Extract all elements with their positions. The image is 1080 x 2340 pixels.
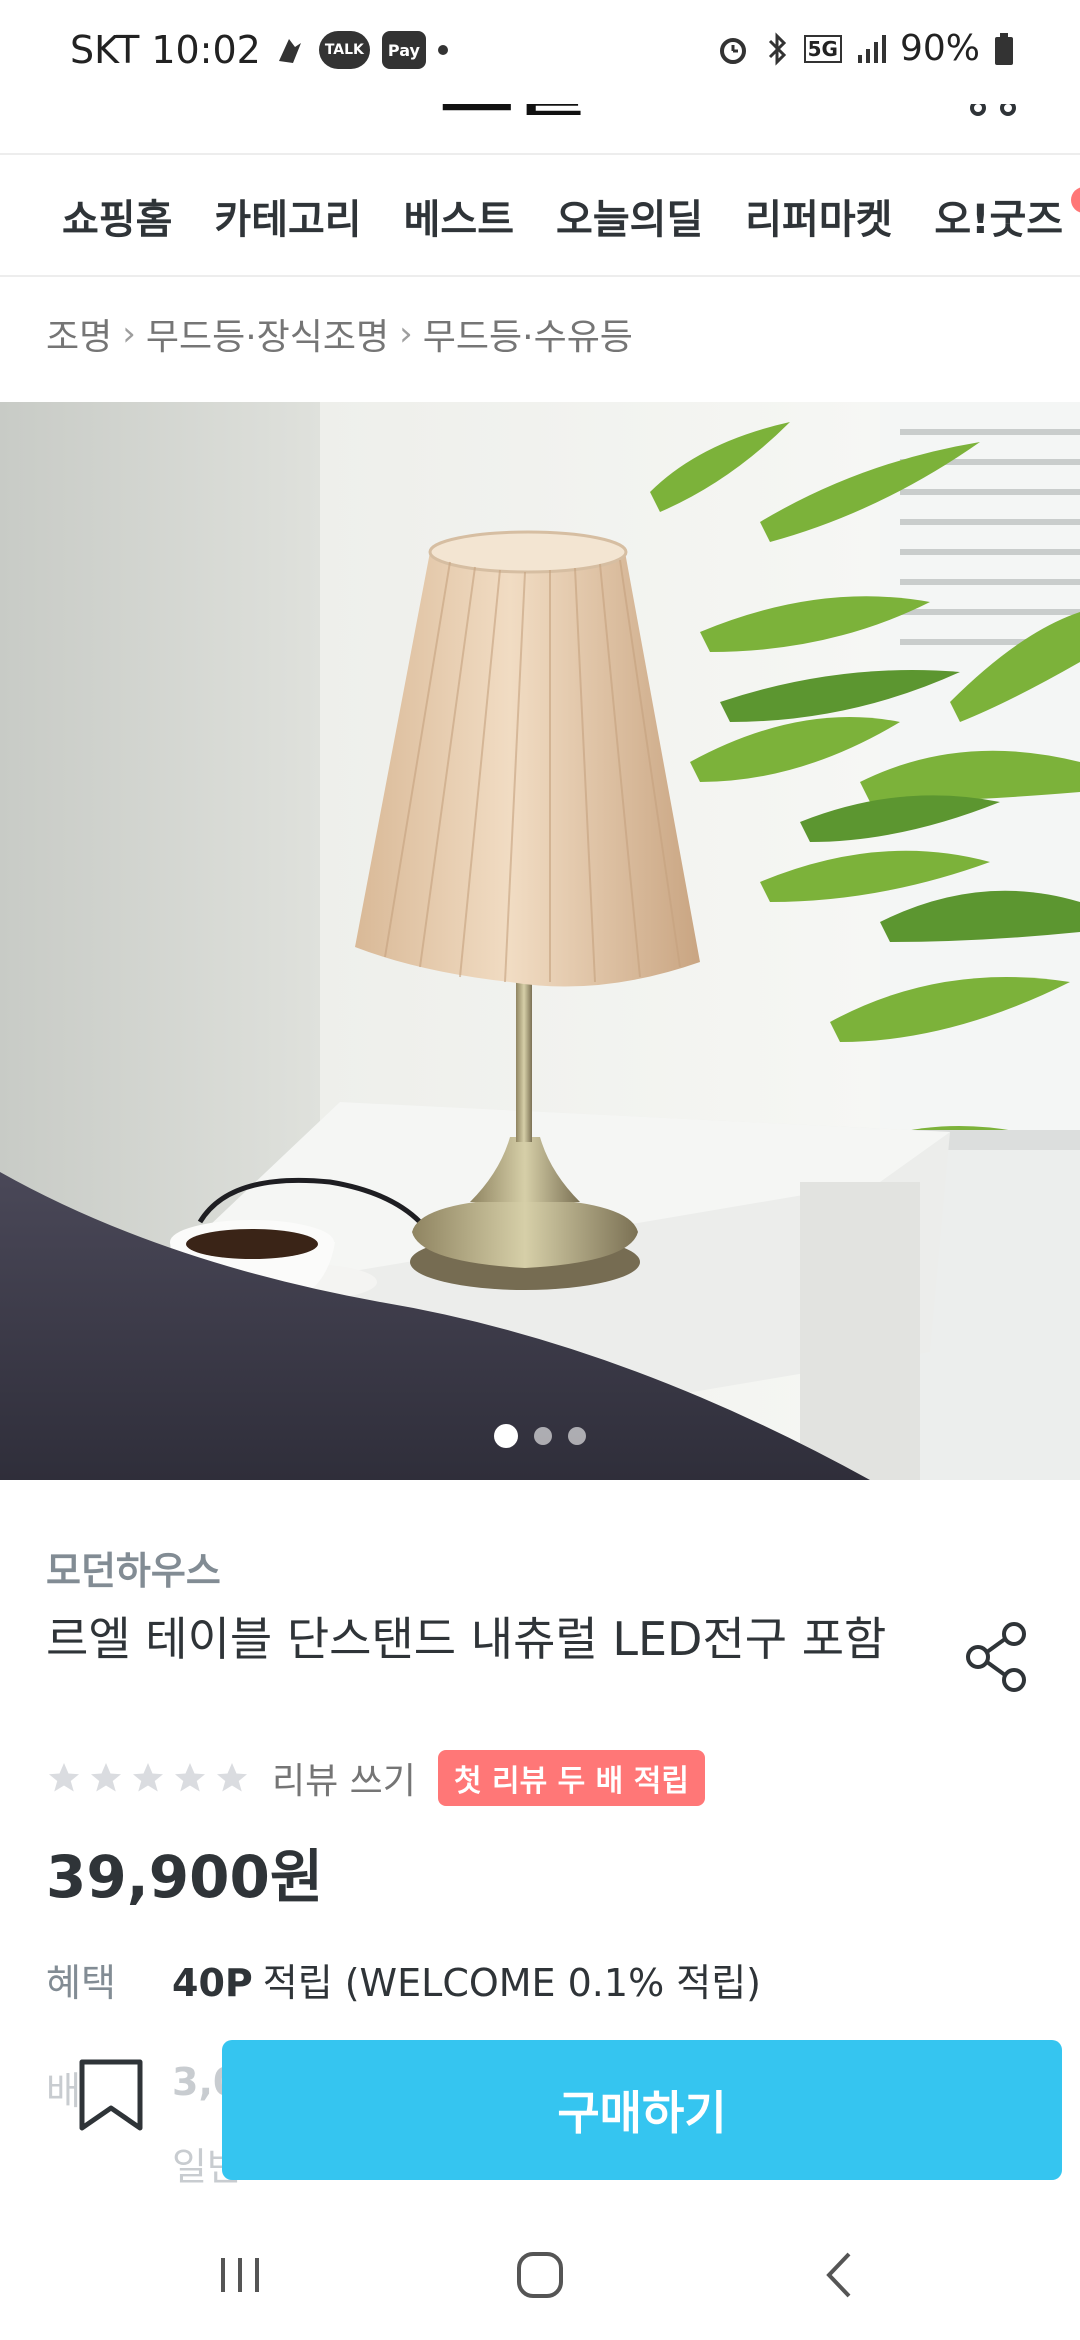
buy-button[interactable]: 구매하기	[222, 2040, 1062, 2180]
share-icon[interactable]	[960, 1620, 1034, 1694]
benefit-row: 혜택 40P 적립 (WELCOME 0.1% 적립)	[46, 1952, 761, 2007]
gallery-dot[interactable]	[534, 1427, 552, 1445]
gallery-dot-active[interactable]	[494, 1424, 518, 1448]
breadcrumb: 조명 › 무드등·장식조명 › 무드등·수유등	[46, 308, 633, 360]
product-page: 오늘의집 SKT 10:02 TALK Pay 5G 90% 쇼핑홈 카테고리	[0, 0, 1080, 2340]
star-icon	[49, 1763, 79, 1792]
clock: 10:02	[151, 28, 261, 72]
category-nav: 쇼핑홈 카테고리 베스트 오늘의딜 리퍼마켓 오!굿즈	[0, 157, 1080, 277]
chevron-right-icon: ›	[399, 314, 413, 354]
benefit-points: 40P	[172, 1961, 253, 2005]
notification-app-icon	[278, 39, 301, 63]
breadcrumb-item[interactable]: 조명	[46, 308, 112, 360]
back-icon[interactable]	[805, 2240, 875, 2310]
battery-percent: 90%	[899, 28, 980, 69]
nav-tab-category[interactable]: 카테고리	[214, 187, 361, 245]
more-notifications-icon	[437, 45, 448, 55]
star-icon	[133, 1763, 163, 1792]
recent-apps-icon[interactable]	[205, 2240, 275, 2310]
gallery-pagination	[0, 1424, 1080, 1448]
network-type: 5G	[803, 34, 842, 63]
chevron-right-icon: ›	[122, 314, 136, 354]
breadcrumb-item[interactable]: 무드등·장식조명	[146, 308, 389, 360]
star-icon	[217, 1763, 247, 1792]
rating-row: 리뷰 쓰기 첫 리뷰 두 배 적립	[46, 1750, 705, 1806]
system-navigation-bar	[0, 2210, 1080, 2340]
product-title: 르엘 테이블 단스탠드 내츄럴 LED전구 포함	[46, 1612, 887, 1666]
write-review-link[interactable]: 리뷰 쓰기	[272, 1752, 416, 1804]
price: 39,900원	[46, 1843, 324, 1911]
nav-tab-o-goods-label: 오!굿즈	[934, 197, 1064, 243]
breadcrumb-item[interactable]: 무드등·수유등	[423, 308, 633, 360]
nav-tab-refurb-market[interactable]: 리퍼마켓	[745, 187, 892, 245]
bookmark-icon[interactable]	[76, 2058, 146, 2134]
star-icon	[91, 1763, 121, 1792]
gallery-dot[interactable]	[568, 1427, 586, 1445]
carrier: SKT	[70, 28, 140, 72]
benefit-label: 혜택	[46, 1961, 116, 2005]
purchase-bar: 구매하기	[0, 2010, 1080, 2210]
bluetooth-icon	[768, 31, 786, 66]
star-rating	[46, 1760, 250, 1796]
new-badge-dot	[1071, 187, 1080, 213]
nav-tab-shopping-home[interactable]: 쇼핑홈	[62, 187, 172, 245]
signal-icon	[857, 34, 886, 63]
status-bar: SKT 10:02 TALK Pay 5G 90%	[0, 0, 1080, 104]
home-icon[interactable]	[505, 2240, 575, 2310]
nav-tab-o-goods[interactable]: 오!굿즈	[934, 187, 1080, 245]
nav-tab-todays-deal[interactable]: 오늘의딜	[556, 187, 703, 245]
pay-icon: Pay	[381, 31, 426, 69]
talk-icon: TALK	[318, 31, 370, 69]
nav-tab-best[interactable]: 베스트	[404, 187, 514, 245]
benefit-text: 적립 (WELCOME 0.1% 적립)	[262, 1961, 761, 2005]
first-review-promo-badge: 첫 리뷰 두 배 적립	[437, 1750, 705, 1806]
alarm-icon	[719, 37, 746, 64]
product-photo-table-lamp	[0, 402, 1080, 1480]
brand-name[interactable]: 모던하우스	[46, 1540, 221, 1595]
product-image-gallery[interactable]	[0, 402, 1080, 1480]
star-icon	[175, 1763, 205, 1792]
battery-icon	[995, 32, 1013, 65]
